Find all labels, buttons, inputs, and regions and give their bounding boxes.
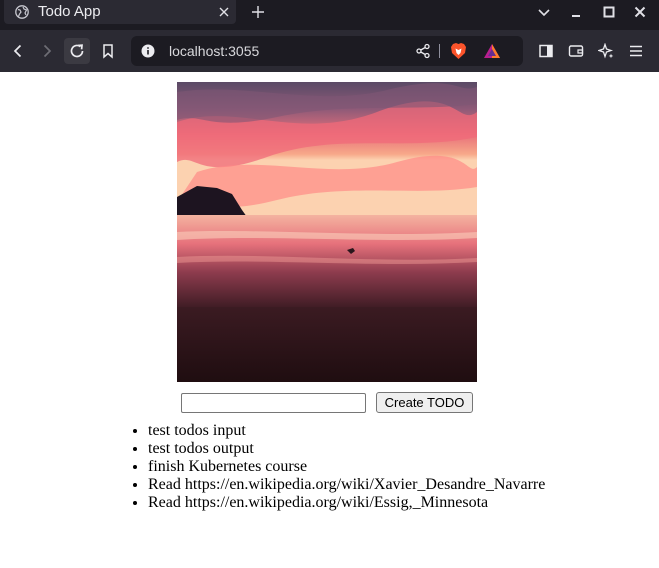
bookmark-button[interactable] [95, 38, 121, 64]
tab-strip: Todo App [0, 0, 659, 30]
main-menu-button[interactable] [623, 38, 649, 64]
browser-chrome: Todo App localhost:3055 [0, 0, 659, 72]
bookmark-icon [103, 44, 113, 59]
share-icon[interactable] [415, 43, 431, 59]
create-todo-button[interactable]: Create TODO [376, 392, 473, 413]
globe-icon [15, 5, 29, 19]
sunset-beach-photo [177, 82, 477, 382]
todo-input[interactable] [181, 393, 366, 413]
reload-button[interactable] [64, 38, 90, 64]
brave-lion-icon[interactable] [450, 42, 467, 60]
chevron-down-icon[interactable] [536, 4, 552, 20]
sparkle-icon [598, 43, 614, 59]
tab-title: Todo App [38, 3, 101, 20]
forward-arrow-icon [43, 44, 52, 58]
list-item: finish Kubernetes course [148, 458, 545, 476]
close-icon[interactable] [632, 4, 648, 20]
reload-icon [70, 44, 84, 58]
divider [439, 44, 440, 58]
maximize-icon[interactable] [601, 4, 617, 20]
url-text[interactable]: localhost:3055 [169, 42, 259, 60]
sidebar-icon [539, 44, 553, 58]
hamburger-menu-icon [630, 45, 642, 57]
page-content: Create TODO test todos input test todos … [0, 72, 659, 568]
triangle-rewards-icon[interactable] [483, 43, 501, 59]
list-item: Read https://en.wikipedia.org/wiki/Xavie… [148, 476, 545, 494]
wallet-icon [568, 45, 584, 57]
tab-todo-app[interactable]: Todo App [4, 0, 236, 24]
list-item: test todos output [148, 440, 545, 458]
close-icon[interactable] [218, 6, 230, 18]
sidebar-button[interactable] [533, 38, 559, 64]
navigation-toolbar: localhost:3055 [0, 30, 659, 72]
address-bar[interactable]: localhost:3055 [131, 36, 523, 66]
info-icon[interactable] [141, 44, 155, 58]
todo-list: test todos input test todos output finis… [148, 422, 545, 512]
back-button[interactable] [5, 38, 31, 64]
wallet-button[interactable] [563, 38, 589, 64]
back-arrow-icon [13, 44, 22, 58]
minimize-icon[interactable] [568, 4, 584, 20]
leo-ai-button[interactable] [593, 38, 619, 64]
forward-button[interactable] [34, 38, 60, 64]
plus-icon[interactable] [250, 4, 266, 20]
list-item: Read https://en.wikipedia.org/wiki/Essig… [148, 494, 545, 512]
list-item: test todos input [148, 422, 545, 440]
